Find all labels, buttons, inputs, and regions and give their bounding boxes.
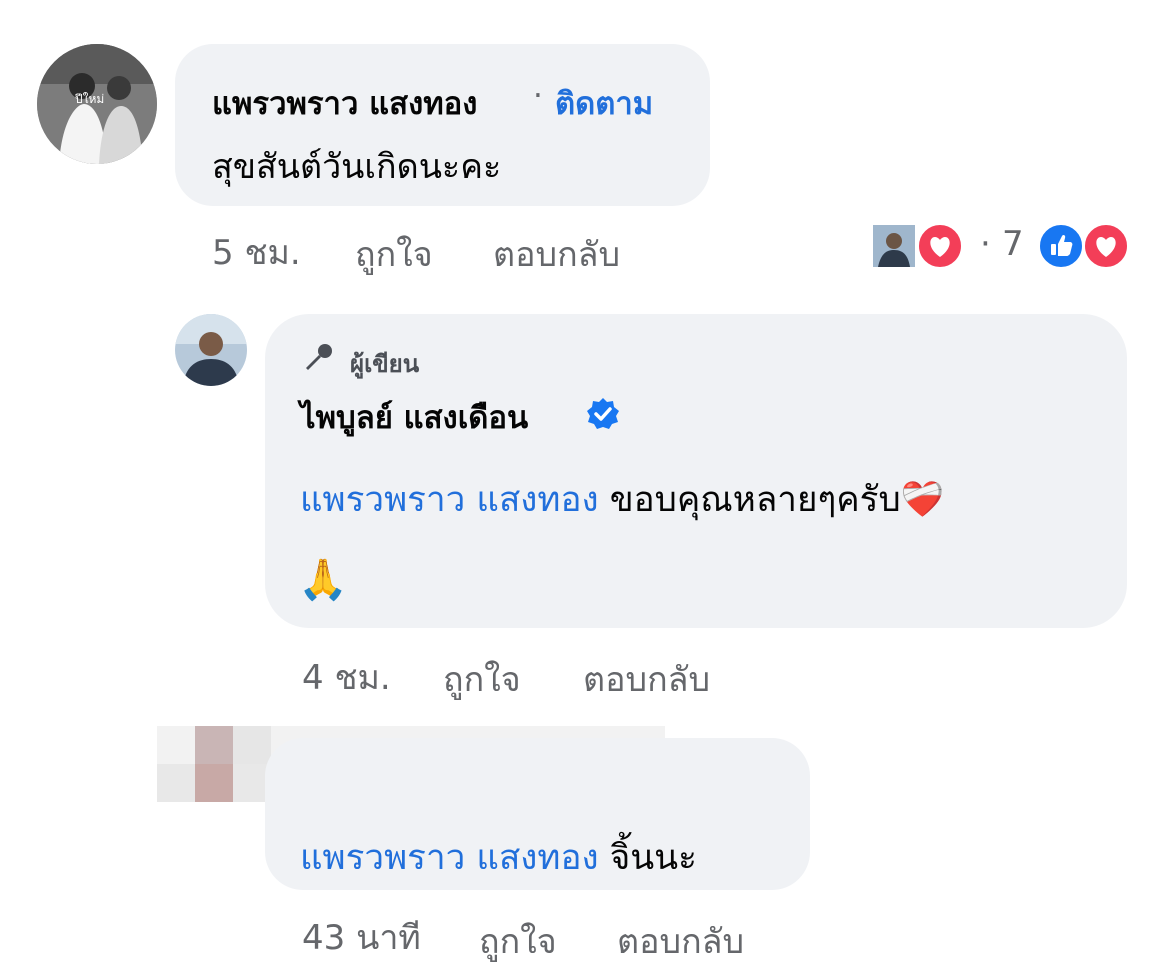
avatar-photo xyxy=(175,314,247,386)
mending-heart-emoji: ❤️‍🩹 xyxy=(900,480,945,520)
love-reaction-icon xyxy=(916,222,964,270)
love-reaction-icon xyxy=(1082,222,1130,270)
like-reaction-icon xyxy=(1037,222,1085,270)
commenter-avatar[interactable]: ปีใหม่ xyxy=(37,44,157,164)
like-button[interactable]: ถูกใจ xyxy=(479,914,557,968)
reply-button[interactable]: ตอบกลับ xyxy=(617,914,744,968)
reply-author[interactable]: ไพบูลย์ แสงเดือน xyxy=(300,392,528,442)
reply-text-line: แพรวพราว แสงทอง ขอบคุณหลายๆครับ❤️‍🩹 xyxy=(300,472,944,527)
comment-text: จิ้นนะ xyxy=(609,838,697,878)
reply-time[interactable]: 4 ชม. xyxy=(302,650,391,704)
like-button[interactable]: ถูกใจ xyxy=(355,227,433,281)
author-avatar[interactable] xyxy=(175,314,247,386)
comment-bubble: แพรวพราว แสงทอง จิ้นนะ xyxy=(265,738,810,890)
comment-actions: 43 นาที ถูกใจ ตอบกลับ xyxy=(302,910,782,962)
reaction-summary[interactable]: · 7 xyxy=(870,220,1140,272)
reaction-count: 7 xyxy=(1002,224,1024,264)
comment-author[interactable]: แพรวพราว แสงทอง xyxy=(212,78,477,128)
reply-bubble: ผู้เขียน ไพบูลย์ แสงเดือน แพรวพราว แสงทอ… xyxy=(265,314,1127,628)
verified-badge-icon xyxy=(587,398,619,429)
like-button[interactable]: ถูกใจ xyxy=(443,652,521,706)
reactor-avatar xyxy=(870,222,918,270)
comment-actions: 5 ชม. ถูกใจ ตอบกลับ xyxy=(212,225,662,275)
microphone-icon xyxy=(306,344,332,370)
comment-time[interactable]: 5 ชม. xyxy=(212,225,301,279)
reply-text: ขอบคุณหลายๆครับ xyxy=(609,480,901,520)
reply-button[interactable]: ตอบกลับ xyxy=(583,652,710,706)
comment-time[interactable]: 43 นาที xyxy=(302,910,421,964)
mention-link[interactable]: แพรวพราว แสงทอง xyxy=(300,480,599,520)
comment-text-line: แพรวพราว แสงทอง จิ้นนะ xyxy=(300,830,697,885)
avatar-overlay-text: ปีใหม่ xyxy=(75,92,105,106)
author-badge-label: ผู้เขียน xyxy=(350,350,420,378)
reply-button[interactable]: ตอบกลับ xyxy=(493,227,620,281)
reaction-dot: · xyxy=(980,224,991,264)
name-separator: · xyxy=(533,78,543,114)
mention-link[interactable]: แพรวพราว แสงทอง xyxy=(300,838,599,878)
comment-bubble: แพรวพราว แสงทอง · ติดตาม สุขสันต์วันเกิด… xyxy=(175,44,710,206)
comment-text: สุขสันต์วันเกิดนะคะ xyxy=(212,147,502,187)
follow-link[interactable]: ติดตาม xyxy=(555,78,653,128)
pray-emoji: 🙏 xyxy=(298,557,348,603)
reply-actions: 4 ชม. ถูกใจ ตอบกลับ xyxy=(302,650,752,700)
